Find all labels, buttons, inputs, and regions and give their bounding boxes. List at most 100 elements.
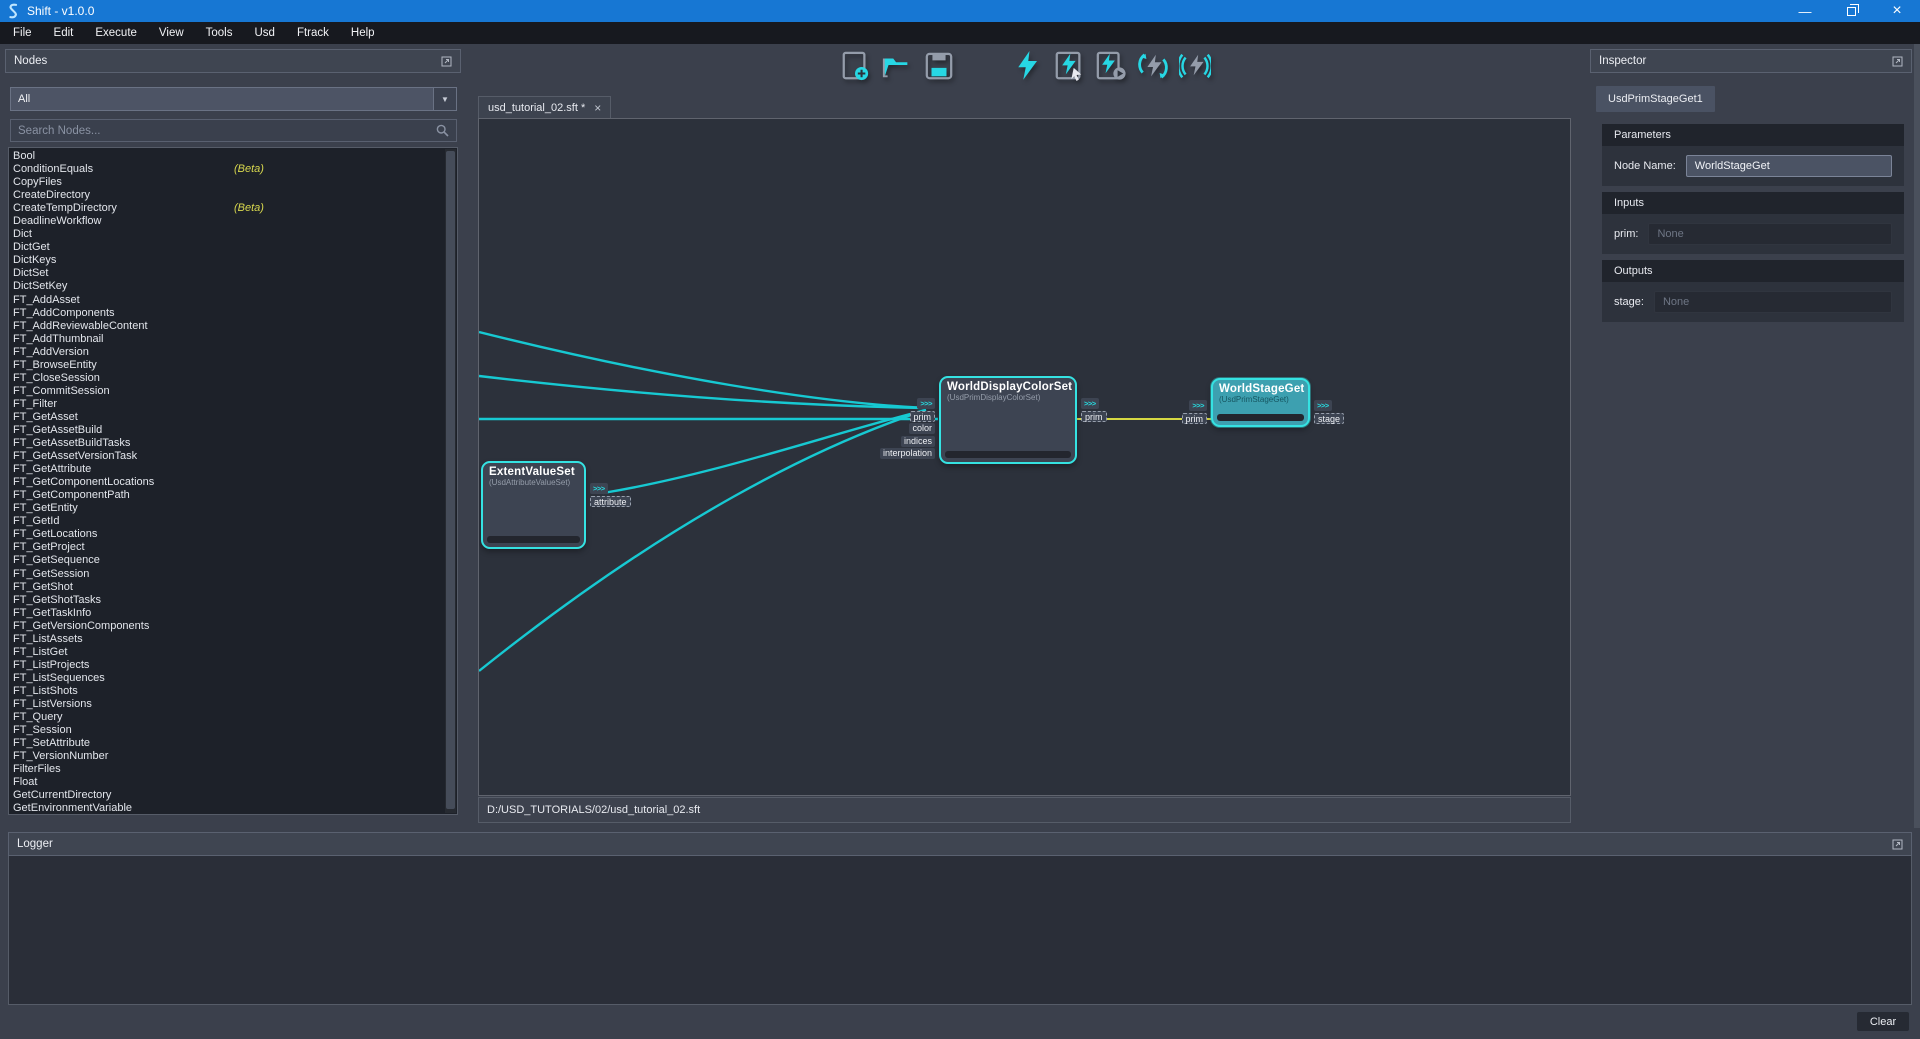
node-list-item[interactable]: ConditionEquals(Beta) bbox=[9, 163, 457, 176]
node-list-item[interactable]: FT_GetSession bbox=[9, 568, 457, 581]
node-list-item[interactable]: Bool bbox=[9, 150, 457, 163]
search-input[interactable]: Search Nodes... bbox=[10, 119, 457, 142]
node-list-item[interactable]: FT_AddReviewableContent bbox=[9, 320, 457, 333]
node-list-item[interactable]: FilterFiles bbox=[9, 763, 457, 776]
port-interpolation-in[interactable]: interpolation bbox=[880, 448, 935, 459]
collection-port-in[interactable]: >>> bbox=[1189, 400, 1207, 411]
node-list-item[interactable]: DictSetKey bbox=[9, 280, 457, 293]
node-type-list[interactable]: BoolConditionEquals(Beta)CopyFilesCreate… bbox=[8, 147, 458, 815]
collection-port-out[interactable]: >>> bbox=[1314, 400, 1332, 411]
port-prim-in[interactable]: prim bbox=[910, 411, 936, 422]
collection-port-out[interactable]: >>> bbox=[590, 483, 608, 494]
port-attribute-out[interactable]: attribute bbox=[590, 496, 631, 507]
graph-node-worlddisplaycolorset[interactable]: WorldDisplayColorSet(UsdPrimDisplayColor… bbox=[939, 376, 1077, 464]
new-file-icon[interactable] bbox=[839, 49, 871, 83]
node-list-item[interactable]: FT_GetComponentLocations bbox=[9, 476, 457, 489]
tab-close-icon[interactable]: × bbox=[594, 103, 601, 113]
node-list-item[interactable]: FT_GetAssetBuildTasks bbox=[9, 437, 457, 450]
node-list-item[interactable]: FT_AddThumbnail bbox=[9, 333, 457, 346]
menu-tools[interactable]: Tools bbox=[195, 22, 244, 44]
node-list-item[interactable]: DeadlineWorkflow bbox=[9, 215, 457, 228]
node-list-item[interactable]: FT_GetId bbox=[9, 515, 457, 528]
node-list-item[interactable]: FT_GetSequence bbox=[9, 554, 457, 567]
node-graph-canvas[interactable]: ExtentValueSet(UsdAttributeValueSet) >>> a… bbox=[478, 118, 1571, 796]
node-list-item[interactable]: DictKeys bbox=[9, 254, 457, 267]
node-list-item[interactable]: FT_GetAssetBuild bbox=[9, 424, 457, 437]
undock-icon[interactable] bbox=[1892, 839, 1903, 850]
reload-execute-icon[interactable] bbox=[1137, 49, 1169, 83]
node-list-item[interactable]: FT_CommitSession bbox=[9, 385, 457, 398]
node-list-item[interactable]: FT_GetAttribute bbox=[9, 463, 457, 476]
node-list-item[interactable]: CreateDirectory bbox=[9, 189, 457, 202]
parameter-field-nodename[interactable]: WorldStageGet bbox=[1686, 155, 1892, 177]
collection-port-in[interactable]: >>> bbox=[917, 398, 935, 409]
execute-to-node-icon[interactable] bbox=[1095, 49, 1127, 83]
selected-node-chip[interactable]: UsdPrimStageGet1 bbox=[1596, 86, 1715, 112]
node-list-item[interactable]: FT_GetLocations bbox=[9, 528, 457, 541]
node-list-item[interactable]: CreateTempDirectory(Beta) bbox=[9, 202, 457, 215]
node-list-item[interactable]: FT_GetEntity bbox=[9, 502, 457, 515]
node-list-item[interactable]: FT_GetVersionComponents bbox=[9, 620, 457, 633]
node-list-item[interactable]: FT_Session bbox=[9, 724, 457, 737]
undock-icon[interactable] bbox=[441, 56, 452, 67]
port-stage-out[interactable]: stage bbox=[1314, 413, 1344, 424]
node-list-item[interactable]: FT_ListShots bbox=[9, 685, 457, 698]
node-list-scrollbar[interactable] bbox=[445, 149, 456, 813]
close-button[interactable]: × bbox=[1874, 0, 1920, 22]
node-list-item[interactable]: FT_VersionNumber bbox=[9, 750, 457, 763]
node-list-item[interactable]: FT_GetShotTasks bbox=[9, 594, 457, 607]
live-execute-icon[interactable] bbox=[1179, 49, 1211, 83]
port-prim-in[interactable]: prim bbox=[1182, 413, 1208, 424]
menu-view[interactable]: View bbox=[148, 22, 195, 44]
node-list-item[interactable]: FT_GetAsset bbox=[9, 411, 457, 424]
node-list-item[interactable]: CopyFiles bbox=[9, 176, 457, 189]
collection-port-out[interactable]: >>> bbox=[1081, 398, 1099, 409]
node-filter-select[interactable]: All ▼ bbox=[10, 87, 457, 111]
node-list-item[interactable]: FT_GetComponentPath bbox=[9, 489, 457, 502]
node-list-item[interactable]: FT_AddVersion bbox=[9, 346, 457, 359]
node-list-item[interactable]: FT_ListSequences bbox=[9, 672, 457, 685]
node-list-item[interactable]: FT_Query bbox=[9, 711, 457, 724]
menu-usd[interactable]: Usd bbox=[244, 22, 286, 44]
undock-icon[interactable] bbox=[1892, 56, 1903, 67]
minimize-button[interactable]: — bbox=[1782, 0, 1828, 22]
node-list-item[interactable]: FT_ListProjects bbox=[9, 659, 457, 672]
restore-button[interactable] bbox=[1828, 0, 1874, 22]
port-indices-in[interactable]: indices bbox=[901, 436, 935, 447]
node-list-item[interactable]: FT_Filter bbox=[9, 398, 457, 411]
inspector-scrollbar[interactable] bbox=[1914, 44, 1920, 828]
node-list-item[interactable]: FT_GetTaskInfo bbox=[9, 607, 457, 620]
menu-execute[interactable]: Execute bbox=[84, 22, 148, 44]
node-list-item[interactable]: FT_ListGet bbox=[9, 646, 457, 659]
execute-icon[interactable] bbox=[1011, 49, 1043, 83]
node-list-item[interactable]: GetEnvironmentVariable bbox=[9, 802, 457, 815]
menu-ftrack[interactable]: Ftrack bbox=[286, 22, 340, 44]
menu-help[interactable]: Help bbox=[340, 22, 386, 44]
menu-file[interactable]: File bbox=[2, 22, 43, 44]
node-list-item[interactable]: FT_AddAsset bbox=[9, 294, 457, 307]
node-list-item[interactable]: FT_GetShot bbox=[9, 581, 457, 594]
node-list-item[interactable]: Dict bbox=[9, 228, 457, 241]
open-file-icon[interactable] bbox=[881, 49, 913, 83]
node-list-item[interactable]: GetCurrentDirectory bbox=[9, 789, 457, 802]
node-list-item[interactable]: FT_SetAttribute bbox=[9, 737, 457, 750]
graph-node-worldstageget[interactable]: WorldStageGet(UsdPrimStageGet) bbox=[1211, 378, 1310, 427]
node-list-item[interactable]: FT_GetAssetVersionTask bbox=[9, 450, 457, 463]
node-list-item[interactable]: DictGet bbox=[9, 241, 457, 254]
node-list-item[interactable]: FT_CloseSession bbox=[9, 372, 457, 385]
document-tab[interactable]: usd_tutorial_02.sft * × bbox=[478, 96, 611, 118]
scrollbar-handle[interactable] bbox=[446, 151, 455, 809]
graph-node-extentvalueset[interactable]: ExtentValueSet(UsdAttributeValueSet) bbox=[481, 461, 586, 549]
node-list-item[interactable]: FT_AddComponents bbox=[9, 307, 457, 320]
node-list-item[interactable]: Float bbox=[9, 776, 457, 789]
node-list-item[interactable]: FT_ListVersions bbox=[9, 698, 457, 711]
port-prim-out[interactable]: prim bbox=[1081, 411, 1107, 422]
node-list-item[interactable]: FT_GetProject bbox=[9, 541, 457, 554]
node-list-item[interactable]: FT_ListAssets bbox=[9, 633, 457, 646]
node-list-item[interactable]: DictSet bbox=[9, 267, 457, 280]
node-list-item[interactable]: FT_BrowseEntity bbox=[9, 359, 457, 372]
save-file-icon[interactable] bbox=[923, 49, 955, 83]
chevron-down-icon[interactable]: ▼ bbox=[433, 88, 456, 110]
menu-edit[interactable]: Edit bbox=[43, 22, 85, 44]
clear-log-button[interactable]: Clear bbox=[1856, 1011, 1910, 1032]
